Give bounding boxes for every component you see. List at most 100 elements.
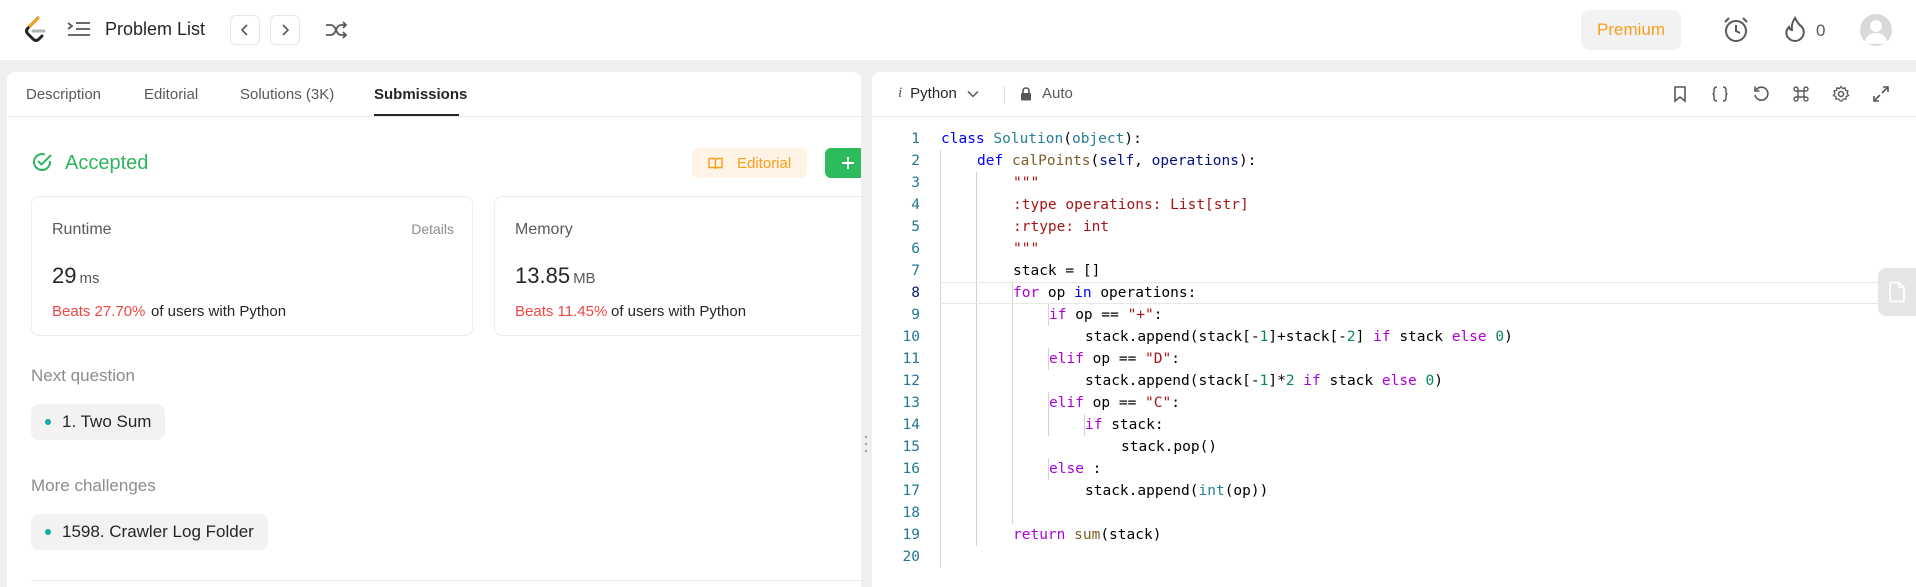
code-text: stack.append(stack[-1]+stack[-2] if stac… bbox=[1085, 329, 1513, 345]
code-line: 5:rtype: int bbox=[872, 216, 1916, 238]
shuffle-icon[interactable] bbox=[325, 20, 347, 40]
code-line: 8 for op in operations: bbox=[872, 282, 1916, 304]
next-question-chip[interactable]: 1. Two Sum bbox=[31, 404, 166, 440]
plus-icon bbox=[842, 157, 854, 169]
code-text: """ bbox=[1013, 175, 1040, 191]
code-text: return sum(stack) bbox=[1013, 527, 1162, 543]
code-text: def calPoints(self, operations): bbox=[977, 153, 1257, 169]
problem-list-icon[interactable] bbox=[66, 20, 92, 40]
problem-list-link[interactable]: Problem List bbox=[105, 19, 205, 40]
document-icon bbox=[1889, 281, 1905, 303]
memory-unit: MB bbox=[573, 270, 596, 287]
submission-status: Accepted bbox=[65, 152, 149, 174]
prev-problem-button[interactable] bbox=[230, 15, 260, 45]
code-text: """ bbox=[1013, 241, 1040, 257]
chevron-right-icon bbox=[282, 24, 290, 36]
code-line: 17 stack.append(int(op)) bbox=[872, 480, 1916, 502]
line-number: 15 bbox=[902, 439, 920, 455]
line-number: 8 bbox=[911, 285, 920, 301]
runtime-unit: ms bbox=[79, 270, 100, 287]
panel-resize-handle[interactable] bbox=[864, 434, 868, 454]
line-number: 3 bbox=[911, 175, 920, 191]
expand-icon[interactable] bbox=[1872, 85, 1890, 103]
alarm-clock-icon[interactable] bbox=[1722, 16, 1750, 44]
code-line: 19 return sum(stack) bbox=[872, 524, 1916, 546]
bullet-dot bbox=[45, 419, 51, 425]
runtime-value-row: 29 ms bbox=[52, 263, 99, 289]
runtime-beats: Beats 27.70% bbox=[52, 303, 146, 320]
chevron-left-icon bbox=[240, 24, 248, 36]
runtime-value: 29 bbox=[52, 263, 77, 288]
code-text: if stack: bbox=[1085, 417, 1164, 433]
code-line: 3 """ bbox=[872, 172, 1916, 194]
code-line: 11 elif op == "D": bbox=[872, 348, 1916, 370]
panel-tabs: Description Editorial Solutions (3K) Sub… bbox=[7, 72, 861, 117]
memory-value: 13.85 bbox=[515, 263, 571, 288]
gear-icon[interactable] bbox=[1832, 85, 1850, 103]
editorial-button-label: Editorial bbox=[737, 154, 792, 172]
line-number: 18 bbox=[902, 505, 920, 521]
line-number: 16 bbox=[902, 461, 920, 477]
braces-icon[interactable] bbox=[1711, 85, 1729, 103]
code-line: 9 if op == "+": bbox=[872, 304, 1916, 326]
tab-solutions[interactable]: Solutions (3K) bbox=[240, 86, 334, 103]
line-number: 12 bbox=[902, 373, 920, 389]
runtime-users-text: of users with Python bbox=[151, 303, 287, 320]
language-prefix: i bbox=[898, 85, 903, 101]
command-icon[interactable] bbox=[1792, 85, 1810, 103]
code-line: 1 class Solution(object): bbox=[872, 128, 1916, 150]
line-number: 2 bbox=[911, 153, 920, 169]
notes-side-tab[interactable] bbox=[1878, 268, 1916, 316]
add-button[interactable] bbox=[825, 148, 861, 178]
challenge-chip[interactable]: 1598. Crawler Log Folder bbox=[31, 514, 268, 550]
line-number: 17 bbox=[902, 483, 920, 499]
code-line: 10 stack.append(stack[-1]+stack[-2] if st… bbox=[872, 326, 1916, 348]
code-line: 12 stack.append(stack[-1]*2 if stack else… bbox=[872, 370, 1916, 392]
next-problem-button[interactable] bbox=[270, 15, 300, 45]
challenge-label: 1598. Crawler Log Folder bbox=[62, 522, 254, 541]
fire-streak-icon[interactable] bbox=[1784, 16, 1806, 42]
tab-submissions[interactable]: Submissions bbox=[374, 86, 467, 103]
code-line: 13 elif op == "C": bbox=[872, 392, 1916, 414]
toolbar-divider bbox=[1004, 86, 1005, 104]
bookmark-icon[interactable] bbox=[1671, 85, 1689, 103]
line-number: 1 bbox=[911, 131, 920, 147]
active-tab-indicator bbox=[374, 114, 459, 116]
code-line: 16 else : bbox=[872, 458, 1916, 480]
code-line: 14 if stack: bbox=[872, 414, 1916, 436]
line-number: 9 bbox=[911, 307, 920, 323]
book-icon bbox=[708, 157, 723, 169]
code-line: 7 stack = [] bbox=[872, 260, 1916, 282]
editorial-button[interactable]: Editorial bbox=[692, 148, 807, 178]
memory-card[interactable]: Memory 13.85 MB Beats 11.45% of users wit… bbox=[494, 196, 861, 336]
code-text: class Solution(object): bbox=[941, 131, 1142, 147]
code-text: stack.pop() bbox=[1121, 439, 1218, 455]
memory-beats: Beats 11.45% bbox=[515, 303, 608, 320]
code-text: elif op == "D": bbox=[1049, 351, 1180, 367]
code-line: 2 def calPoints(self, operations): bbox=[872, 150, 1916, 172]
more-challenges-title: More challenges bbox=[31, 476, 156, 495]
language-label: Python bbox=[910, 85, 957, 102]
memory-value-row: 13.85 MB bbox=[515, 263, 596, 289]
line-number: 6 bbox=[911, 241, 920, 257]
reset-icon[interactable] bbox=[1752, 85, 1770, 103]
runtime-label: Runtime bbox=[52, 221, 112, 238]
code-text: else : bbox=[1049, 461, 1102, 477]
language-selector[interactable]: i Python bbox=[898, 85, 979, 102]
tab-editorial[interactable]: Editorial bbox=[144, 86, 198, 103]
code-text: if op == "+": bbox=[1049, 307, 1163, 323]
leetcode-logo-icon[interactable] bbox=[22, 16, 48, 44]
line-number: 20 bbox=[902, 549, 920, 565]
avatar[interactable] bbox=[1860, 14, 1892, 46]
line-number: 7 bbox=[911, 263, 920, 279]
runtime-details-link[interactable]: Details bbox=[411, 221, 454, 237]
code-text: :type operations: List[str] bbox=[1013, 197, 1249, 213]
code-line: 15 stack.pop() bbox=[872, 436, 1916, 458]
line-number: 5 bbox=[911, 219, 920, 235]
runtime-card[interactable]: Runtime Details 29 ms Beats 27.70% of use… bbox=[31, 196, 473, 336]
auto-mode[interactable]: Auto bbox=[1020, 85, 1073, 102]
next-question-title: Next question bbox=[31, 366, 135, 385]
code-text: for op in operations: bbox=[1013, 285, 1197, 301]
premium-button[interactable]: Premium bbox=[1581, 10, 1681, 50]
tab-description[interactable]: Description bbox=[26, 86, 101, 103]
